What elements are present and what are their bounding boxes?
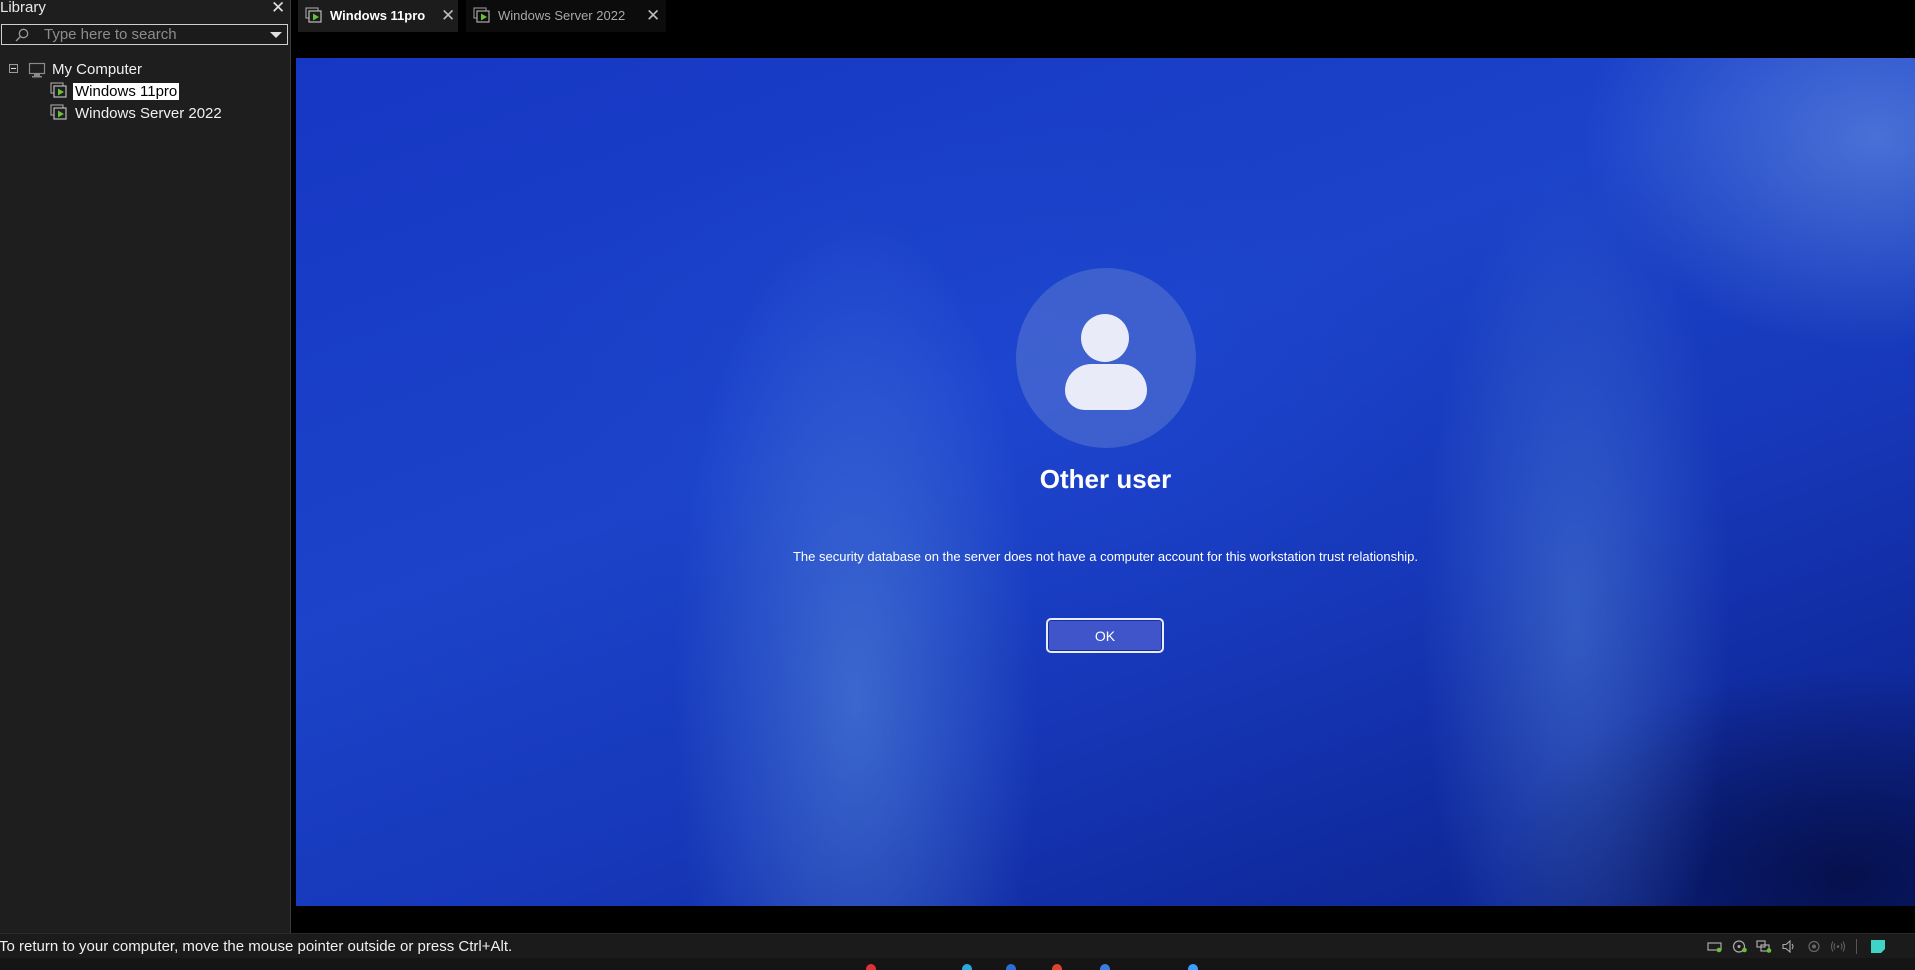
tree-item-windows-11pro[interactable]: Windows 11pro [73, 82, 180, 102]
library-search-input[interactable] [44, 26, 264, 43]
status-text: To return to your computer, move the mou… [0, 938, 513, 955]
taskbar-app-icon[interactable] [866, 964, 876, 970]
vm-console-screen[interactable]: Other user The security database on the … [296, 58, 1915, 906]
library-title: Library [0, 0, 46, 16]
vm-icon [305, 7, 322, 23]
host-taskbar [0, 958, 1915, 970]
wireless-icon[interactable] [1830, 940, 1846, 953]
hard-disk-icon[interactable] [1707, 940, 1723, 953]
network-adapter-icon[interactable] [1756, 940, 1772, 953]
tab-windows-server-2022[interactable]: Windows Server 2022 ✕ [466, 0, 666, 32]
search-dropdown-icon[interactable] [270, 32, 282, 38]
user-avatar [1016, 268, 1196, 448]
library-close-icon[interactable]: ✕ [271, 0, 285, 18]
taskbar-app-icon[interactable] [962, 964, 972, 970]
computer-icon [28, 62, 46, 78]
user-avatar-body [1065, 364, 1147, 410]
tab-label: Windows Server 2022 [498, 8, 626, 23]
user-avatar-head [1081, 314, 1129, 362]
cd-dvd-icon[interactable] [1732, 940, 1748, 953]
tree-item-label: Windows 11pro [73, 83, 180, 100]
notes-icon[interactable] [1870, 940, 1886, 953]
status-divider [1856, 939, 1857, 954]
usb-controller-icon[interactable] [1806, 940, 1822, 953]
user-name: Other user [1039, 464, 1172, 494]
taskbar-app-icon[interactable] [1100, 964, 1110, 970]
tab-windows-11pro[interactable]: Windows 11pro ✕ [298, 0, 458, 32]
taskbar-app-icon[interactable] [1188, 964, 1198, 970]
library-search-box[interactable] [1, 24, 288, 45]
ok-button[interactable]: OK [1046, 618, 1164, 653]
vm-tab-bar: Windows 11pro ✕ Windows Server 2022 ✕ [292, 0, 1915, 58]
vm-icon [50, 82, 67, 98]
status-bar: To return to your computer, move the mou… [0, 933, 1915, 958]
tab-close-icon[interactable]: ✕ [646, 0, 660, 32]
vm-icon [50, 104, 67, 120]
sound-card-icon[interactable] [1781, 940, 1797, 953]
tree-item-my-computer[interactable]: My Computer [52, 60, 142, 80]
library-panel: Library ✕ My Computer Windows 11pro Wind… [0, 0, 291, 933]
taskbar-app-icon[interactable] [1006, 964, 1016, 970]
vm-icon [473, 7, 490, 23]
tab-close-icon[interactable]: ✕ [441, 0, 455, 32]
search-icon [15, 28, 29, 42]
tab-label: Windows 11pro [330, 8, 426, 23]
vm-bottom-margin [296, 906, 1915, 933]
taskbar-app-icon[interactable] [1052, 964, 1062, 970]
error-message: The security database on the server does… [792, 549, 1419, 564]
tree-item-windows-server-2022[interactable]: Windows Server 2022 [75, 104, 222, 124]
collapse-toggle-icon[interactable] [9, 64, 18, 73]
